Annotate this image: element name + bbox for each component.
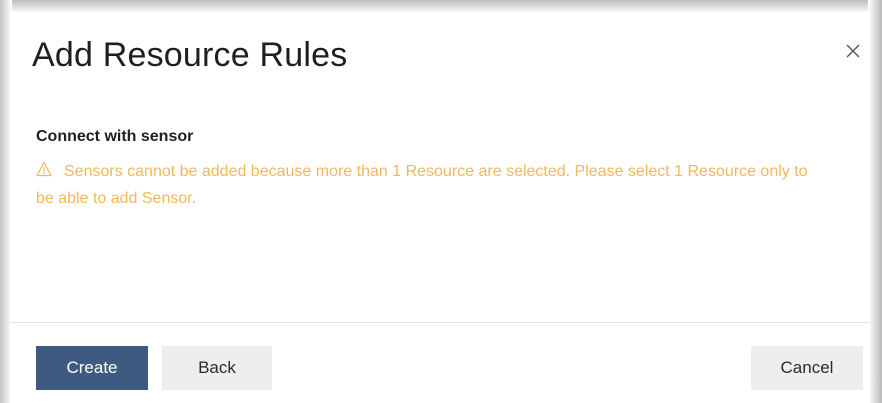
dialog-title: Add Resource Rules <box>32 36 348 74</box>
create-button[interactable]: Create <box>36 346 148 390</box>
warning-text: Sensors cannot be added because more tha… <box>36 163 808 207</box>
shadow-edge-right <box>868 0 882 403</box>
screen: Add Resource Rules Connect with sensor S… <box>0 0 882 403</box>
back-button[interactable]: Back <box>162 346 272 390</box>
add-resource-rules-dialog: Add Resource Rules Connect with sensor S… <box>10 12 870 403</box>
close-icon <box>846 44 860 58</box>
close-button[interactable] <box>842 40 864 62</box>
footer-divider <box>10 322 870 323</box>
section-label-connect-with-sensor: Connect with sensor <box>36 128 194 145</box>
warning-message: Sensors cannot be added because more tha… <box>36 158 826 212</box>
cancel-button[interactable]: Cancel <box>751 346 863 390</box>
warning-triangle-icon <box>36 161 52 177</box>
